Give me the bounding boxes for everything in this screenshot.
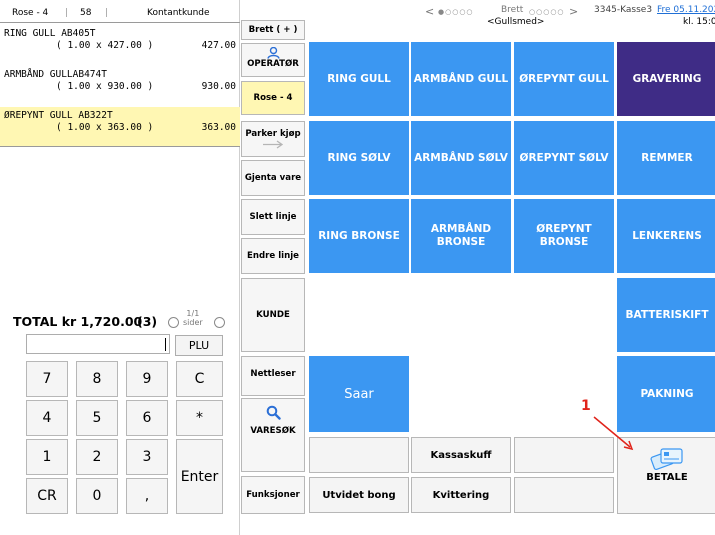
key-0[interactable]: 0 — [76, 478, 118, 514]
tile-armband-bronse[interactable]: ARMBÅND BRONSE — [411, 199, 511, 273]
key-cr[interactable]: CR — [26, 478, 68, 514]
key-4[interactable]: 4 — [26, 400, 68, 436]
plu-button[interactable]: PLU — [175, 335, 223, 356]
total-amount: TOTAL kr 1,720.00 — [13, 314, 143, 329]
pager-dots-left: ●○○○○ — [438, 8, 474, 16]
tile-ring-gull[interactable]: RING GULL — [309, 42, 409, 116]
tile-batteriskift[interactable]: BATTERISKIFT — [617, 278, 715, 352]
key-1[interactable]: 1 — [26, 439, 68, 475]
time-label: kl. 15:0 — [683, 17, 715, 27]
key-comma[interactable]: , — [126, 478, 168, 514]
line-name: ARMBÅND GULLAB474T — [4, 69, 107, 80]
page-number: 1/1 — [186, 309, 200, 318]
key-7[interactable]: 7 — [26, 361, 68, 397]
customer-button[interactable]: KUNDE — [241, 278, 305, 352]
park-label: Parker kjøp — [245, 129, 301, 139]
tile-saar[interactable]: Saar — [309, 356, 409, 432]
key-enter[interactable]: Enter — [176, 439, 223, 514]
page-word: sider — [183, 318, 203, 327]
tile-lenkerens[interactable]: LENKERENS — [617, 199, 715, 273]
pager-dots-right: ○○○○○ — [529, 8, 565, 16]
pager-label: Brett — [501, 5, 524, 15]
next-page-radio[interactable] — [214, 317, 225, 328]
customer-label: Kontantkunde — [147, 8, 210, 18]
cash-drawer-button[interactable]: Kassaskuff — [411, 437, 511, 473]
line-amount: 427.00 — [201, 40, 236, 51]
brett-button[interactable]: Brett ( + ) — [241, 20, 305, 40]
annotation-arrow-icon — [593, 416, 634, 451]
pager-next-icon[interactable]: > — [569, 5, 578, 18]
receipt-panel: Rose - 4 | 58 | Kontantkunde RING GULL A… — [0, 0, 240, 535]
tile-ring-solv[interactable]: RING SØLV — [309, 121, 409, 195]
line-name: RING GULL AB405T — [4, 28, 96, 39]
separator: | — [105, 8, 109, 18]
delete-line-button[interactable]: Slett linje — [241, 199, 305, 235]
tile-gravering[interactable]: GRAVERING — [617, 42, 715, 116]
tile-ring-bronse[interactable]: RING BRONSE — [309, 199, 409, 273]
operator-label: Rose - 4 — [12, 8, 49, 18]
receipt-line[interactable]: RING GULL AB405T ( 1.00 x 427.00 ) 427.0… — [0, 25, 240, 65]
receipt-header: Rose - 4 | 58 | Kontantkunde — [0, 8, 240, 22]
arrow-right-icon — [263, 140, 284, 149]
key-clear[interactable]: C — [176, 361, 223, 397]
scan-input[interactable] — [26, 334, 170, 354]
user-icon — [266, 47, 280, 59]
key-9[interactable]: 9 — [126, 361, 168, 397]
tile-orepynt-gull[interactable]: ØREPYNT GULL — [514, 42, 614, 116]
payment-cards-icon — [650, 448, 683, 470]
line-qty: ( 1.00 x 363.00 ) — [56, 122, 154, 133]
functions-button[interactable]: Funksjoner — [241, 476, 305, 514]
tile-orepynt-solv[interactable]: ØREPYNT SØLV — [514, 121, 614, 195]
tile-empty[interactable] — [514, 477, 614, 513]
operator-button[interactable]: OPERATØR — [241, 43, 305, 77]
separator: | — [65, 8, 69, 18]
receipt-line-selected[interactable]: ØREPYNT GULL AB322T ( 1.00 x 363.00 ) 36… — [0, 107, 240, 147]
line-qty: ( 1.00 x 427.00 ) — [56, 40, 154, 51]
receipt-button[interactable]: Kvittering — [411, 477, 511, 513]
tile-empty[interactable] — [309, 437, 409, 473]
edit-line-button[interactable]: Endre linje — [241, 238, 305, 274]
pay-label: BETALE — [646, 472, 688, 483]
pager-prev-icon[interactable]: < — [425, 5, 434, 18]
line-amount: 363.00 — [201, 122, 236, 133]
tile-remmer[interactable]: REMMER — [617, 121, 715, 195]
receipt-line[interactable]: ARMBÅND GULLAB474T ( 1.00 x 930.00 ) 930… — [0, 66, 240, 106]
key-5[interactable]: 5 — [76, 400, 118, 436]
search-icon — [266, 405, 281, 420]
key-3[interactable]: 3 — [126, 439, 168, 475]
line-amount: 930.00 — [201, 81, 236, 92]
operator-button-label: OPERATØR — [247, 59, 299, 69]
key-multiply[interactable]: * — [176, 400, 223, 436]
extended-receipt-button[interactable]: Utvidet bong — [309, 477, 409, 513]
line-name: ØREPYNT GULL AB322T — [4, 110, 113, 121]
line-qty: ( 1.00 x 930.00 ) — [56, 81, 154, 92]
key-6[interactable]: 6 — [126, 400, 168, 436]
page-indicator: 1/1 sider — [183, 309, 203, 327]
prev-page-radio[interactable] — [168, 317, 179, 328]
tile-armband-solv[interactable]: ARMBÅND SØLV — [411, 121, 511, 195]
key-8[interactable]: 8 — [76, 361, 118, 397]
park-purchase-button[interactable]: Parker kjøp — [241, 121, 305, 157]
repeat-item-button[interactable]: Gjenta vare — [241, 160, 305, 196]
text-caret — [165, 338, 166, 351]
receipt-number: 58 — [80, 8, 92, 18]
annotation-number: 1 — [581, 398, 591, 414]
search-label: VARESØK — [250, 426, 296, 436]
key-2[interactable]: 2 — [76, 439, 118, 475]
tile-orepynt-bronse[interactable]: ØREPYNT BRONSE — [514, 199, 614, 273]
item-search-button[interactable]: VARESØK — [241, 398, 305, 472]
operator-name-button[interactable]: Rose - 4 — [241, 81, 305, 115]
item-count: (3) — [137, 314, 158, 329]
browser-button[interactable]: Nettleser — [241, 356, 305, 396]
register-label: 3345-Kasse3 — [594, 5, 653, 15]
header-divider — [0, 22, 240, 23]
group-label: <Gullsmed> — [487, 17, 545, 27]
tile-armband-gull[interactable]: ARMBÅND GULL — [411, 42, 511, 116]
date-link[interactable]: Fre 05.11.202 — [657, 5, 715, 15]
